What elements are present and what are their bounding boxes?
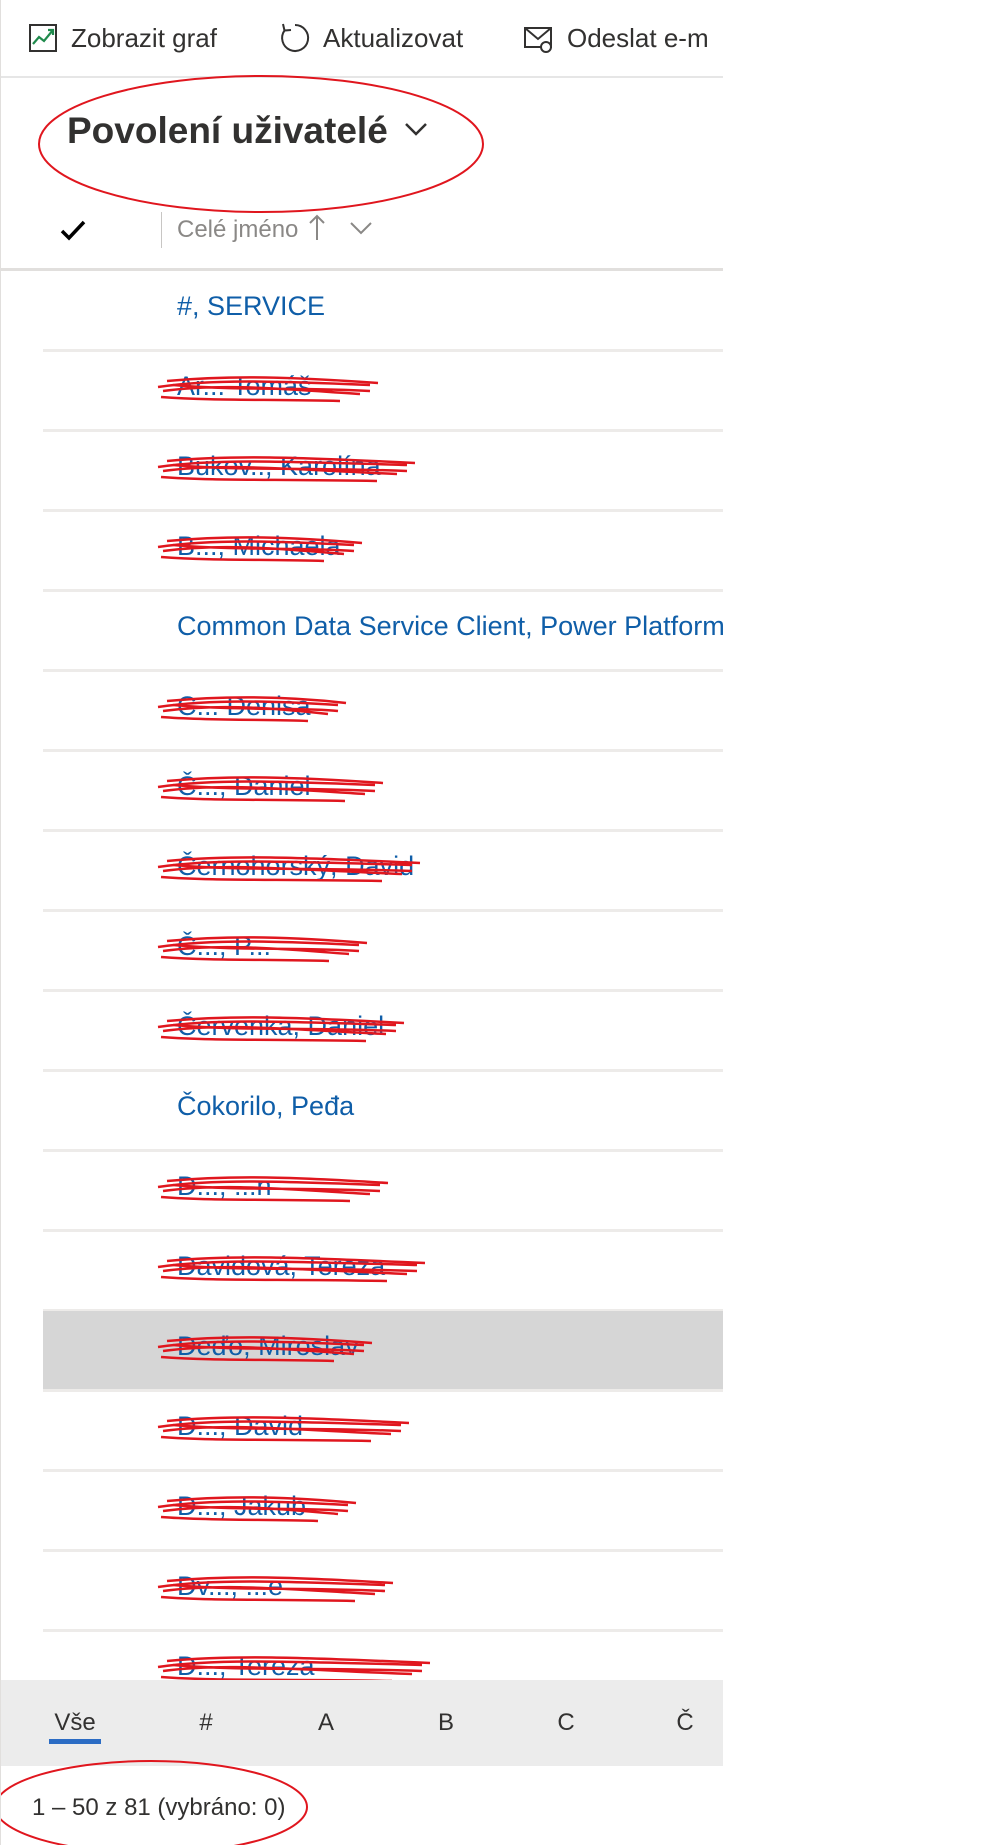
row-full-name-link[interactable]: D..., Tereza: [177, 1651, 315, 1682]
table-row[interactable]: C... Denisa: [43, 671, 724, 752]
row-full-name-link[interactable]: Černohorský, David: [177, 851, 414, 882]
select-all-checkmark-icon[interactable]: [57, 214, 89, 246]
record-count-status: 1 – 50 z 81 (vybráno: 0): [32, 1794, 286, 1821]
table-row[interactable]: Deďo, Miroslav: [43, 1311, 724, 1392]
row-full-name-link[interactable]: Čokorilo, Peđa: [177, 1091, 354, 1122]
row-full-name-link[interactable]: D..., David: [177, 1411, 303, 1442]
table-row[interactable]: B..., Michaela: [43, 511, 724, 592]
row-full-name-link[interactable]: Dv..., ...e: [177, 1571, 283, 1602]
row-full-name-link[interactable]: Davidová, Tereza: [177, 1251, 385, 1282]
table-row[interactable]: Dv..., ...e: [43, 1551, 724, 1632]
alphabet-filter-item[interactable]: #: [176, 1680, 236, 1766]
alphabet-jump-bar: Vše # A B C Č: [1, 1680, 724, 1766]
send-email-label: Odeslat e-m: [567, 22, 709, 53]
alphabet-filter-item[interactable]: Vše: [45, 1680, 105, 1766]
table-row[interactable]: D..., David: [43, 1391, 724, 1472]
row-full-name-link[interactable]: D..., ...n: [177, 1171, 272, 1202]
table-row[interactable]: Č..., Daniel: [43, 751, 724, 832]
row-full-name-link[interactable]: C... Denisa: [177, 691, 311, 722]
email-link-icon: [521, 20, 557, 56]
table-row[interactable]: Ar... Tomáš: [43, 351, 724, 432]
row-full-name-link[interactable]: Ar... Tomáš: [177, 371, 312, 402]
send-email-button[interactable]: Odeslat e-m: [521, 0, 709, 76]
refresh-button[interactable]: Aktualizovat: [277, 0, 463, 76]
row-full-name-link[interactable]: Bukov.., Karolína: [177, 451, 381, 482]
chevron-down-icon: [402, 119, 430, 144]
show-chart-button[interactable]: Zobrazit graf: [25, 0, 217, 76]
row-full-name-link[interactable]: D..., Jakub: [177, 1491, 306, 1522]
table-row[interactable]: Bukov.., Karolína: [43, 431, 724, 512]
row-full-name-link[interactable]: Červenka, Daniel: [177, 1011, 384, 1042]
table-row[interactable]: Černohorský, David: [43, 831, 724, 912]
row-full-name-link[interactable]: #, SERVICE: [177, 291, 325, 322]
grid-header: Celé jméno: [1, 198, 724, 271]
table-row[interactable]: D..., ...n: [43, 1151, 724, 1232]
alphabet-filter-item[interactable]: C: [536, 1680, 596, 1766]
table-row[interactable]: Č..., P...: [43, 911, 724, 992]
refresh-label: Aktualizovat: [323, 22, 464, 53]
row-full-name-link[interactable]: Č..., Daniel: [177, 771, 311, 802]
row-full-name-link[interactable]: Deďo, Miroslav: [177, 1331, 359, 1362]
alphabet-filter-item[interactable]: A: [296, 1680, 356, 1766]
table-row[interactable]: Common Data Service Client, Power Platfo…: [43, 591, 724, 672]
table-row[interactable]: Davidová, Tereza: [43, 1231, 724, 1312]
chart-icon: [25, 20, 61, 56]
table-row[interactable]: Čokorilo, Peđa: [43, 1071, 724, 1152]
command-bar: Zobrazit graf Aktualizovat Odeslat e-m: [1, 0, 724, 78]
column-header-full-name[interactable]: Celé jméno: [177, 216, 298, 244]
table-row[interactable]: D..., Jakub: [43, 1471, 724, 1552]
show-chart-label: Zobrazit graf: [71, 22, 217, 53]
alphabet-filter-item[interactable]: Č: [655, 1680, 715, 1766]
column-menu-chevron-icon[interactable]: [347, 218, 375, 243]
row-full-name-link[interactable]: Č..., P...: [177, 931, 271, 962]
header-divider: [161, 212, 162, 248]
app-window: Zobrazit graf Aktualizovat Odeslat e-m P…: [0, 0, 724, 1845]
empty-area: [723, 0, 988, 1845]
row-full-name-link[interactable]: B..., Michaela: [177, 531, 341, 562]
refresh-icon: [277, 20, 313, 56]
alphabet-filter-item[interactable]: B: [416, 1680, 476, 1766]
sort-ascending-icon[interactable]: [305, 212, 329, 249]
table-row[interactable]: #, SERVICE: [43, 271, 724, 352]
row-full-name-link[interactable]: Common Data Service Client, Power Platfo…: [177, 611, 724, 642]
table-row[interactable]: Červenka, Daniel: [43, 991, 724, 1072]
view-title: Povolení uživatelé: [67, 110, 388, 151]
view-selector[interactable]: Povolení uživatelé: [67, 110, 430, 152]
